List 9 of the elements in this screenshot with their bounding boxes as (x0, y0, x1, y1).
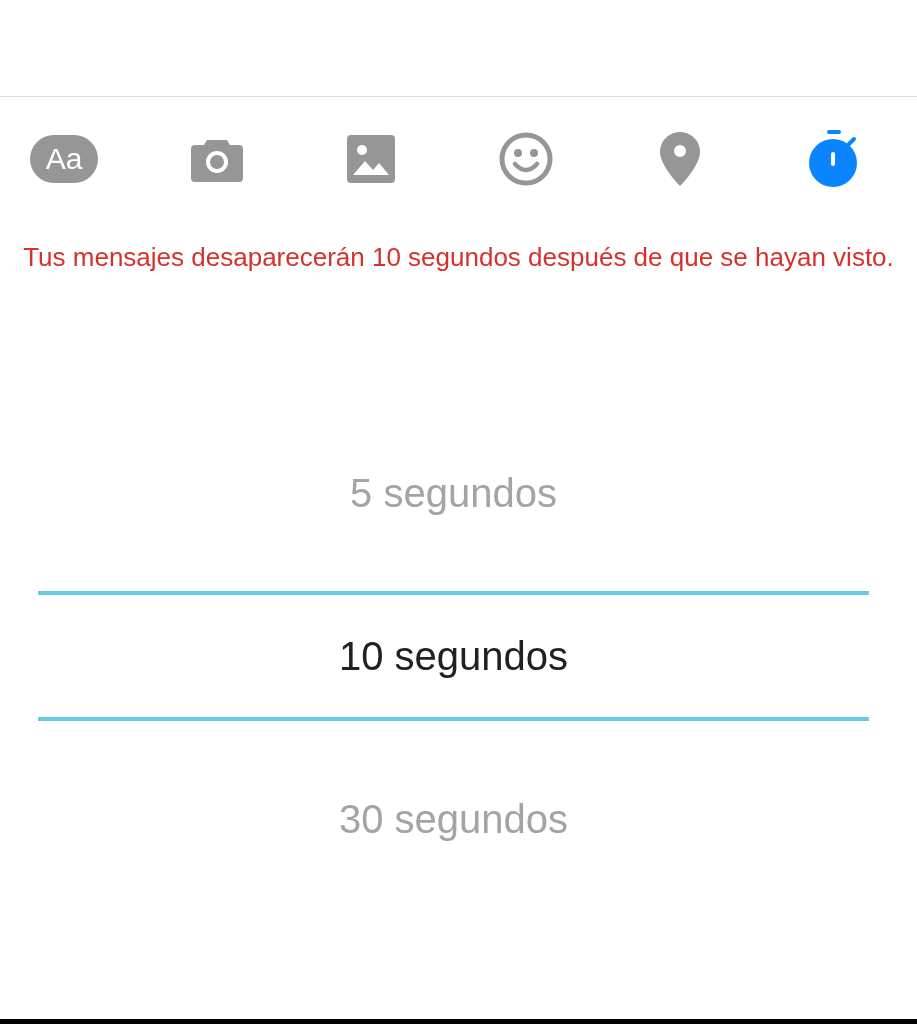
duration-option[interactable]: 10 segundos (38, 591, 869, 721)
map-pin-icon (659, 132, 700, 186)
image-icon (347, 135, 396, 183)
duration-option[interactable]: 5 segundos (38, 395, 869, 591)
text-format-button[interactable]: Aa (30, 135, 98, 183)
stopwatch-icon (807, 130, 860, 188)
smiley-icon (498, 132, 553, 186)
duration-option[interactable]: 30 segundos (38, 721, 869, 917)
disappearing-message-notice: Tus mensajes desaparecerán 10 segundos después de que se hayan visto. (22, 241, 895, 274)
